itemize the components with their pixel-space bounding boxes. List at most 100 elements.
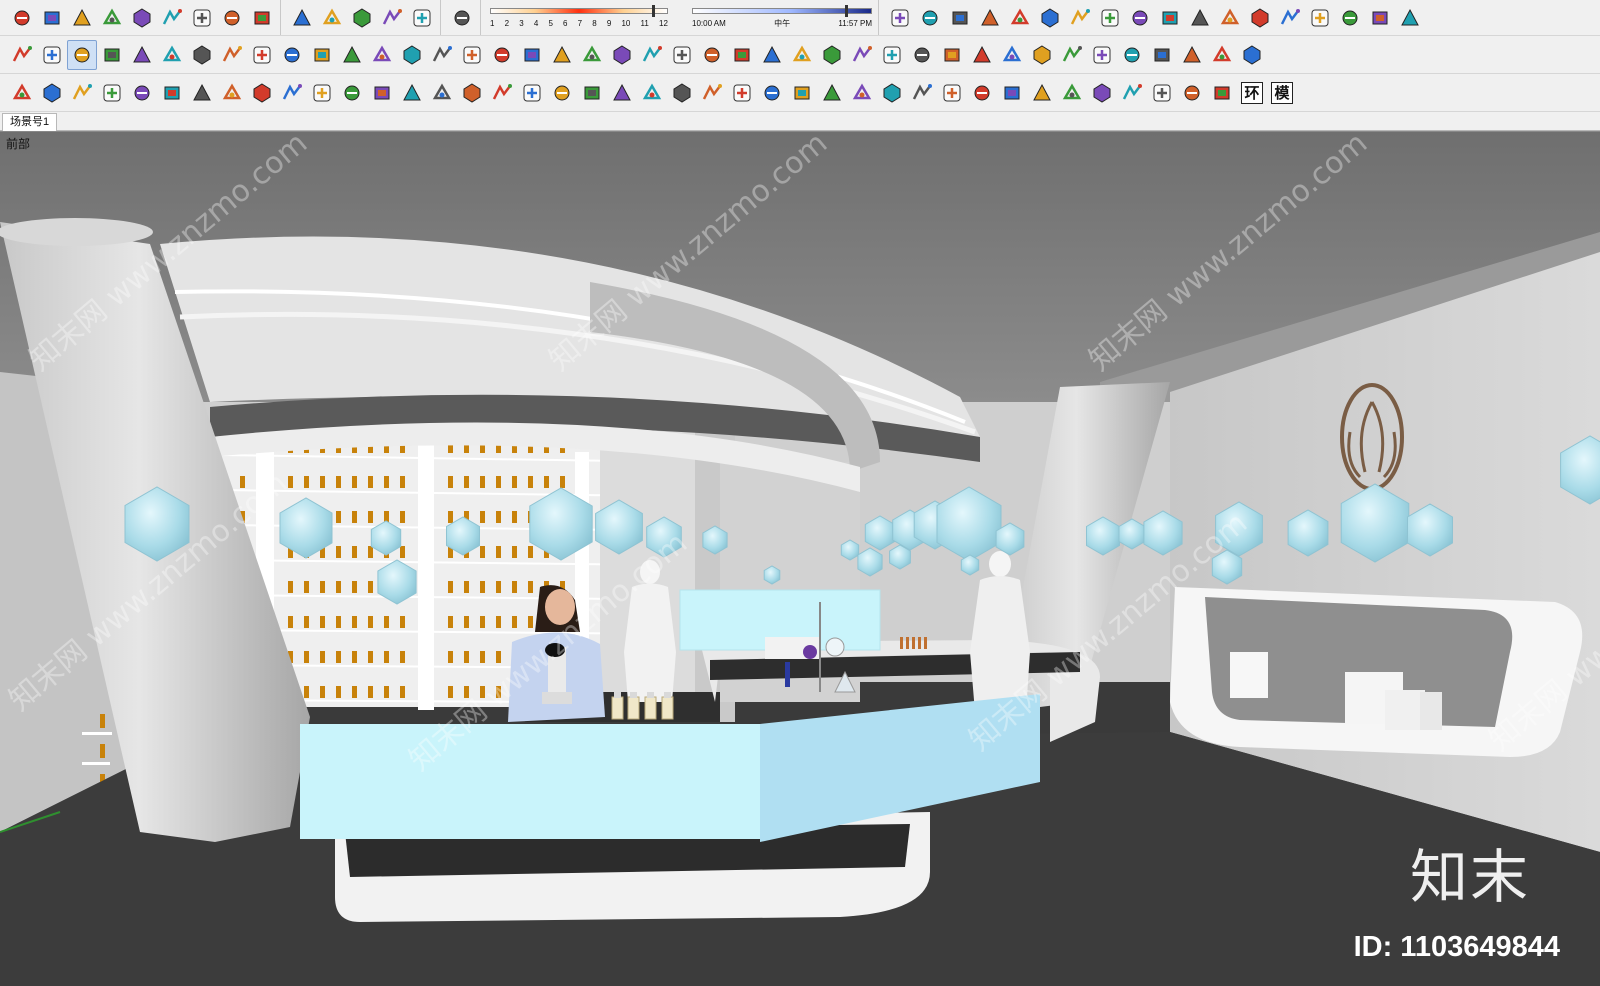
layout-3-button[interactable] (1125, 3, 1155, 33)
play-button[interactable] (907, 40, 937, 70)
sandbox-button[interactable] (377, 3, 407, 33)
monochrome-button[interactable] (487, 40, 517, 70)
disc-1-button[interactable] (1057, 78, 1087, 108)
chat-button[interactable] (817, 40, 847, 70)
ramp-button[interactable] (817, 78, 847, 108)
table-plugin-button[interactable] (1207, 78, 1237, 108)
gem-2-button[interactable] (1147, 78, 1177, 108)
push-plugin-button[interactable] (915, 3, 945, 33)
component-2-button[interactable] (37, 78, 67, 108)
rewind-button[interactable] (967, 40, 997, 70)
curve-plugin-button[interactable] (975, 3, 1005, 33)
terrain-1-button[interactable] (1117, 40, 1147, 70)
flag-2-button[interactable] (1365, 3, 1395, 33)
refresh-button[interactable] (547, 40, 577, 70)
redo-plugin-button[interactable] (1035, 3, 1065, 33)
stop-button[interactable] (937, 40, 967, 70)
axis-tool-button[interactable] (247, 40, 277, 70)
camera-3-button[interactable] (1275, 3, 1305, 33)
flag-button[interactable] (877, 40, 907, 70)
position-camera-button[interactable] (187, 3, 217, 33)
top-view-button[interactable] (67, 39, 97, 70)
front-view-button[interactable] (97, 40, 127, 70)
pin-button[interactable] (1027, 40, 1057, 70)
huan-plugin-button[interactable]: 环 (1237, 78, 1267, 108)
hand-select-button[interactable] (997, 40, 1027, 70)
plane-button[interactable] (1207, 40, 1237, 70)
stamp-button[interactable] (1057, 40, 1087, 70)
zoom-extents-button[interactable] (127, 3, 157, 33)
axes-button[interactable] (7, 40, 37, 70)
camera-2-button[interactable] (1245, 3, 1275, 33)
mo-plugin-button[interactable]: 模 (1267, 78, 1297, 108)
fence-2-button[interactable] (877, 78, 907, 108)
layout-4-button[interactable] (1155, 3, 1185, 33)
material-button[interactable] (667, 40, 697, 70)
component-5-button[interactable] (127, 78, 157, 108)
spiral-button[interactable] (787, 78, 817, 108)
spline-1-button[interactable] (307, 78, 337, 108)
model-viewport[interactable]: 前部 知末网 www.znzmo.com 知末网 www.znzmo.com 知… (0, 131, 1600, 986)
globe-button[interactable] (1185, 3, 1215, 33)
brush-button[interactable] (1027, 78, 1057, 108)
walk-button[interactable] (247, 3, 277, 33)
pen-button[interactable] (997, 78, 1027, 108)
eraser-button[interactable] (517, 78, 547, 108)
component-1-button[interactable] (7, 78, 37, 108)
export-button[interactable] (1005, 3, 1035, 33)
shaded-button[interactable] (427, 40, 457, 70)
stair-button[interactable] (187, 78, 217, 108)
orbit-button[interactable] (7, 3, 37, 33)
bar-chart-button[interactable] (277, 78, 307, 108)
shadow-toggle-button[interactable] (447, 3, 477, 33)
3d-text-button[interactable] (277, 40, 307, 70)
array-button[interactable] (937, 78, 967, 108)
move-button[interactable] (347, 3, 377, 33)
iso-view-button[interactable] (37, 40, 67, 70)
pyramid-button[interactable] (907, 78, 937, 108)
car-button[interactable] (577, 40, 607, 70)
wireframe-button[interactable] (367, 40, 397, 70)
section-plane-button[interactable] (287, 3, 317, 33)
shaded-textures-button[interactable] (457, 40, 487, 70)
gem-3-button[interactable] (1177, 78, 1207, 108)
time-slider-thumb[interactable] (845, 4, 848, 17)
layout-1-button[interactable] (1065, 3, 1095, 33)
component-6-button[interactable] (157, 78, 187, 108)
pan-button[interactable] (37, 3, 67, 33)
disc-2-button[interactable] (1087, 78, 1117, 108)
camera-4-button[interactable] (1305, 3, 1335, 33)
rotate-plugin-button[interactable] (945, 3, 975, 33)
tile-2-button[interactable] (607, 78, 637, 108)
gem-1-button[interactable] (1117, 78, 1147, 108)
render-button[interactable] (517, 40, 547, 70)
scene-render[interactable]: 知末网 www.znzmo.com 知末网 www.znzmo.com 知末网 ww… (0, 132, 1600, 986)
user-button[interactable] (407, 3, 437, 33)
sliders-button[interactable] (787, 40, 817, 70)
tape-measure-button[interactable] (127, 40, 157, 70)
spline-7-button[interactable] (487, 78, 517, 108)
move-plugin-button[interactable] (885, 3, 915, 33)
component-3-button[interactable] (67, 78, 97, 108)
building-button[interactable] (637, 78, 667, 108)
scene-tab-1[interactable]: 场景号1 (2, 113, 58, 131)
arch-button[interactable] (697, 78, 727, 108)
rail-button[interactable] (247, 78, 277, 108)
protractor-button[interactable] (187, 40, 217, 70)
settings-dial-button[interactable] (727, 40, 757, 70)
column-button[interactable] (217, 78, 247, 108)
close-plugin-button[interactable] (1395, 3, 1425, 33)
xray-button[interactable] (307, 40, 337, 70)
text-button[interactable] (217, 40, 247, 70)
dimension-button[interactable] (157, 40, 187, 70)
flag-1-button[interactable] (1335, 3, 1365, 33)
line-button[interactable] (547, 78, 577, 108)
tile-3-button[interactable] (667, 78, 697, 108)
fence-1-button[interactable] (847, 78, 877, 108)
time-slider[interactable]: 10:00 AM 中午 11:57 PM (692, 4, 872, 31)
wave-button[interactable] (757, 78, 787, 108)
zoom-window-button[interactable] (97, 3, 127, 33)
layout-2-button[interactable] (1095, 3, 1125, 33)
book-button[interactable] (967, 78, 997, 108)
spline-3-button[interactable] (367, 78, 397, 108)
